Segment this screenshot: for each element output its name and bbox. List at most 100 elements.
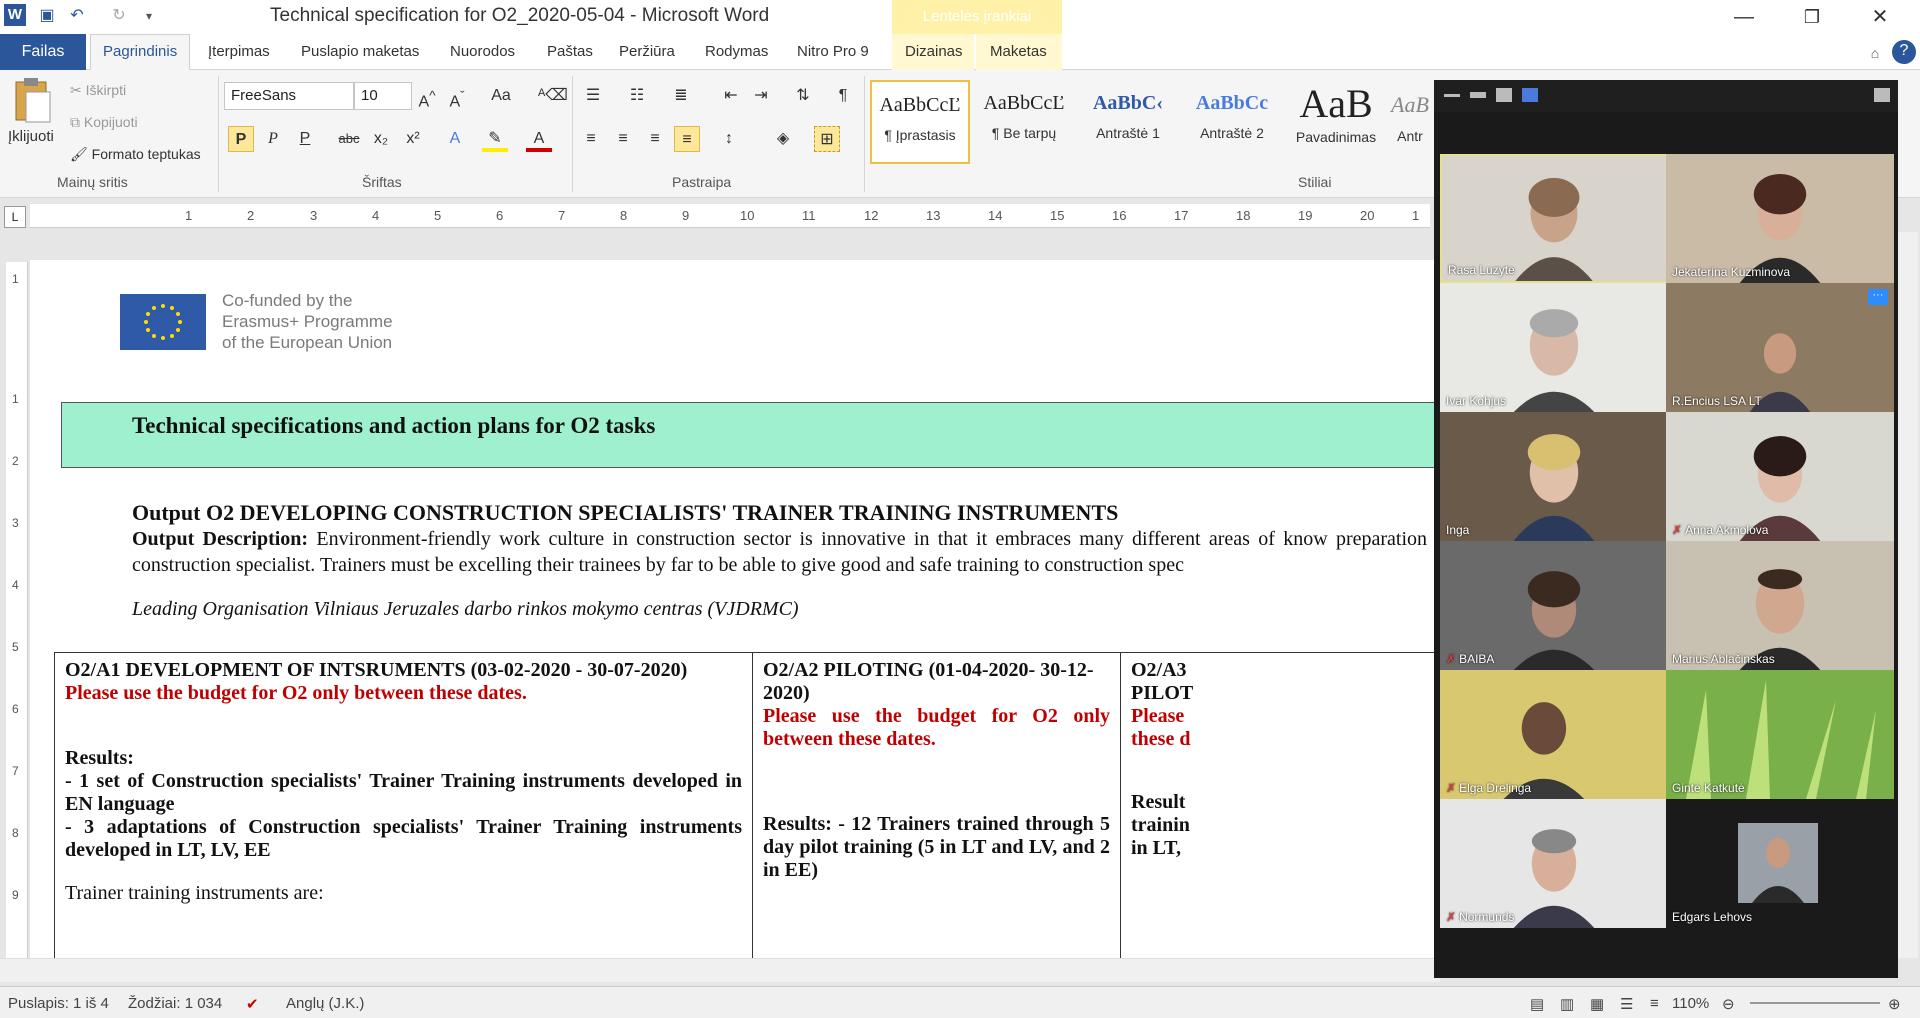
read-mode-icon[interactable]: ▥ [1560, 995, 1574, 1013]
save-icon[interactable]: ▣ [36, 5, 58, 27]
strikethrough-button[interactable]: abc [336, 126, 362, 152]
close-button[interactable]: ✕ [1846, 0, 1914, 34]
font-size-select[interactable]: 10 [354, 82, 412, 110]
participant-tile[interactable]: ··· R.Encius LSA LT [1666, 283, 1894, 412]
decrease-indent-icon[interactable]: ⇤ [718, 83, 744, 109]
document-area[interactable]: Co-funded by the Erasmus+ Programme of t… [30, 232, 1440, 958]
page-count[interactable]: Puslapis: 1 iš 4 [8, 995, 109, 1012]
multilevel-list-icon[interactable]: ≣ [668, 83, 694, 109]
align-left-icon[interactable]: ≡ [578, 126, 604, 152]
horizontal-scrollbar[interactable] [0, 958, 1440, 982]
tab-design[interactable]: Dizainas [892, 34, 974, 70]
help-icon[interactable]: ? [1892, 40, 1916, 64]
zoom-in-icon[interactable]: ⊕ [1888, 995, 1901, 1013]
print-layout-icon[interactable]: ▤ [1530, 995, 1544, 1013]
activities-table[interactable]: O2/A1 DEVELOPMENT OF INTSRUMENTS (03-02-… [54, 652, 1440, 958]
tab-nitro-pro[interactable]: Nitro Pro 9 [797, 43, 869, 60]
vertical-ruler[interactable]: 1 1 2 3 4 5 6 7 8 9 [6, 262, 28, 962]
customize-quick-access-icon[interactable]: ▾ [138, 5, 160, 27]
superscript-button[interactable]: x² [400, 126, 426, 152]
underline-button[interactable]: P [292, 126, 318, 152]
word-logo-icon[interactable]: W [4, 4, 26, 26]
shading-icon[interactable]: ◈ [770, 126, 796, 152]
cut-button[interactable]: ✂ Iškirpti [70, 82, 126, 99]
participant-tile[interactable]: Marius Ablačinskas [1666, 541, 1894, 670]
draft-icon[interactable]: ≡ [1650, 995, 1659, 1012]
bold-button[interactable]: P [228, 126, 254, 152]
tab-mailings[interactable]: Paštas [547, 43, 593, 60]
table-cell-a2[interactable]: O2/A2 PILOTING (01-04-2020- 30-12-2020) … [753, 653, 1121, 958]
more-options-icon[interactable]: ··· [1868, 289, 1888, 305]
tab-layout[interactable]: Maketas [976, 34, 1062, 70]
participant-tile[interactable]: ✗ BAIBA [1440, 541, 1668, 670]
text-effects-icon[interactable]: A [442, 126, 468, 152]
strip-view-icon[interactable] [1470, 92, 1486, 98]
shrink-font-icon[interactable]: Aˇ [444, 83, 470, 110]
proofing-icon[interactable]: ✔ [246, 995, 259, 1013]
exit-fullscreen-icon[interactable] [1874, 88, 1890, 102]
vertical-scrollbar[interactable] [1896, 232, 1918, 958]
tab-review[interactable]: Peržiūra [619, 43, 675, 60]
italic-button[interactable]: P [260, 126, 286, 152]
tab-home[interactable]: Pagrindinis [90, 34, 191, 71]
table-cell-a3[interactable]: O2/A3 PILOT Please these d Result traini… [1121, 653, 1440, 958]
tab-selector[interactable]: L [4, 206, 26, 228]
tab-references[interactable]: Nuorodos [450, 43, 515, 60]
restore-button[interactable]: ❐ [1778, 0, 1846, 34]
borders-icon[interactable]: ⊞ [814, 126, 840, 152]
zoom-level[interactable]: 110% [1672, 995, 1709, 1012]
participant-tile[interactable]: Inga [1440, 412, 1668, 541]
participant-tile[interactable]: Gintė Katkutė [1666, 670, 1894, 799]
participant-tile[interactable]: ✗ Anna Akmolova [1666, 412, 1894, 541]
tab-view[interactable]: Rodymas [705, 43, 768, 60]
redo-icon[interactable]: ↻ [108, 5, 130, 27]
style-heading-1[interactable]: AaBbC‹ Antraštė 1 [1078, 80, 1178, 164]
participant-tile[interactable]: Jekaterina Kuzminova [1666, 154, 1894, 283]
line-spacing-icon[interactable]: ↕ [716, 126, 742, 152]
minimize-button[interactable]: — [1710, 0, 1778, 34]
style-heading-2[interactable]: AaBbCc Antraštė 2 [1182, 80, 1282, 164]
sort-icon[interactable]: ⇅ [790, 83, 816, 109]
style-title[interactable]: AaB Pavadinimas [1286, 80, 1386, 164]
collapse-ribbon-icon[interactable]: ⌂ [1864, 42, 1886, 64]
format-painter-button[interactable]: 🖌 Formato teptukas [70, 146, 201, 163]
justify-icon[interactable]: ≡ [674, 126, 700, 152]
undo-icon[interactable]: ↶ [66, 5, 88, 27]
style-subtitle[interactable]: AaB Antr [1390, 80, 1430, 164]
horizontal-ruler[interactable]: 1 2 3 4 5 6 7 8 9 10 11 12 13 14 15 16 1… [30, 204, 1430, 228]
tab-insert[interactable]: Įterpimas [208, 43, 270, 60]
style-no-spacing[interactable]: AaBbCcĽ ¶ Be tarpų [974, 80, 1074, 164]
participant-tile[interactable]: ✗ Elga Drelinga [1440, 670, 1668, 799]
numbering-icon[interactable]: ☷ [624, 83, 650, 109]
zoom-out-icon[interactable]: ⊖ [1722, 995, 1735, 1013]
web-layout-icon[interactable]: ▦ [1590, 995, 1604, 1013]
grow-font-icon[interactable]: A^ [414, 83, 440, 110]
font-color-icon[interactable]: A [526, 126, 552, 152]
paste-icon[interactable] [12, 76, 52, 126]
align-right-icon[interactable]: ≡ [642, 126, 668, 152]
bullets-icon[interactable]: ☰ [580, 83, 606, 109]
increase-indent-icon[interactable]: ⇥ [748, 83, 774, 109]
word-count[interactable]: Žodžiai: 1 034 [128, 995, 222, 1012]
participant-tile[interactable]: ✗ Normunds [1440, 799, 1668, 928]
gallery-view-icon[interactable] [1522, 88, 1538, 102]
change-case-icon[interactable]: Aa [488, 83, 514, 109]
language[interactable]: Anglų (J.K.) [286, 995, 364, 1012]
style-normal[interactable]: AaBbCcĽ ¶ Įprastasis [870, 80, 970, 164]
paste-button[interactable]: Įklijuoti [8, 128, 54, 145]
tab-file[interactable]: Failas [0, 34, 86, 70]
participant-tile[interactable]: Ivar Kohjus [1440, 283, 1668, 412]
zoom-slider[interactable] [1750, 1002, 1880, 1004]
table-cell-a1[interactable]: O2/A1 DEVELOPMENT OF INTSRUMENTS (03-02-… [55, 653, 753, 958]
show-formatting-icon[interactable]: ¶ [830, 83, 856, 109]
copy-button[interactable]: ⧉ Kopijuoti [70, 114, 138, 131]
highlight-icon[interactable]: ✎ [482, 126, 508, 152]
clear-formatting-icon[interactable]: ᴬ⌫ [538, 83, 568, 109]
participant-tile[interactable]: Rasa Luzyte [1440, 154, 1668, 283]
speaker-view-icon[interactable] [1496, 88, 1512, 102]
subscript-button[interactable]: x₂ [368, 126, 394, 152]
tab-page-layout[interactable]: Puslapio maketas [301, 43, 419, 60]
minimize-meeting-icon[interactable] [1444, 94, 1460, 97]
outline-icon[interactable]: ☰ [1620, 995, 1633, 1013]
align-center-icon[interactable]: ≡ [610, 126, 636, 152]
